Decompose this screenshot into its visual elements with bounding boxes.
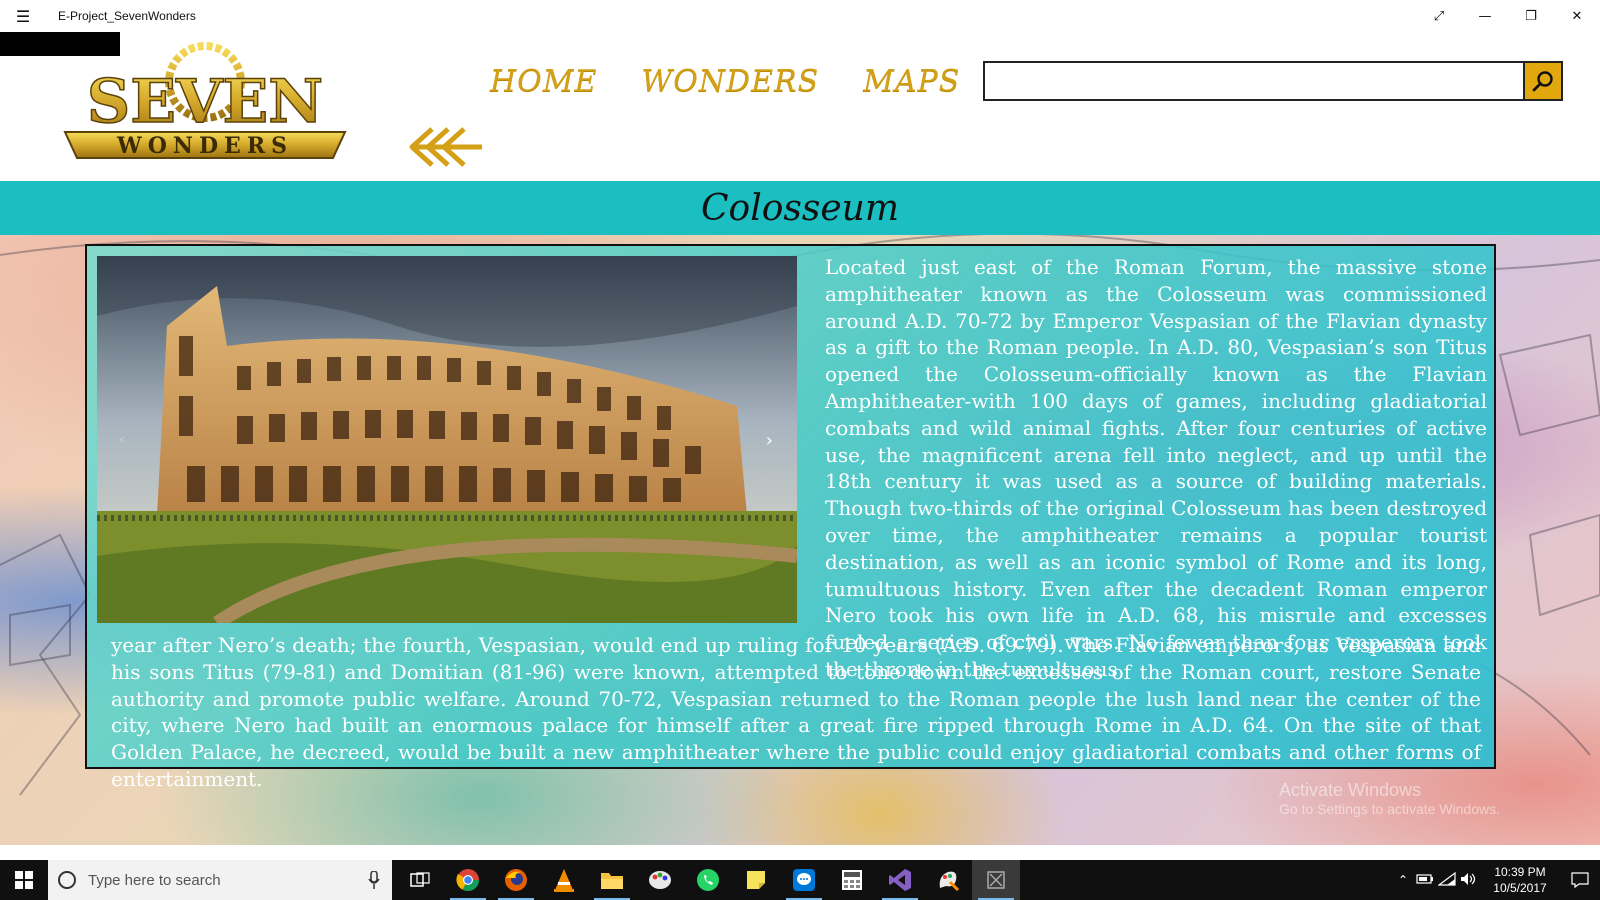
cortana-icon	[58, 871, 76, 889]
microphone-icon[interactable]	[368, 871, 380, 889]
logo-subtitle: WONDERS	[116, 133, 293, 159]
app-bottom-edge	[0, 845, 1600, 856]
fullscreen-icon[interactable]: ⤢	[1416, 0, 1462, 32]
title-bar: ☰ E-Project_SevenWonders ⤢ — ❐ ✕	[0, 0, 1600, 32]
whatsapp-icon[interactable]	[684, 860, 732, 900]
search-icon	[1532, 71, 1553, 92]
taskbar-apps	[396, 860, 1020, 900]
minimize-icon[interactable]: —	[1462, 0, 1508, 32]
hamburger-icon[interactable]: ☰	[0, 0, 46, 32]
nav-wonders[interactable]: WONDERS	[641, 64, 819, 99]
paint-icon[interactable]	[636, 860, 684, 900]
file-explorer-icon[interactable]	[588, 860, 636, 900]
restore-icon[interactable]: ❐	[1508, 0, 1554, 32]
page-title: Colosseum	[701, 187, 899, 229]
clock-time: 10:39 PM	[1494, 865, 1546, 879]
system-tray: ⌃ 10:39 PM 10/5/2017	[1392, 860, 1600, 900]
visual-studio-icon[interactable]	[876, 860, 924, 900]
article-text-bottom: year after Nero’s death; the fourth, Ves…	[111, 633, 1481, 791]
colosseum-image[interactable]: ‹ ›	[97, 256, 797, 623]
volume-icon[interactable]	[1458, 872, 1480, 889]
logo-title: SEVEN	[87, 67, 323, 137]
vlc-icon[interactable]	[540, 860, 588, 900]
taskbar-search-placeholder: Type here to search	[88, 871, 221, 889]
search-button[interactable]	[1523, 63, 1561, 99]
start-button[interactable]	[0, 860, 48, 900]
double-arrow-back-icon[interactable]	[406, 125, 484, 169]
seven-wonders-logo[interactable]: SEVEN WONDERS	[55, 40, 355, 160]
carousel-next-icon[interactable]: ›	[766, 430, 773, 451]
task-view-icon[interactable]	[396, 860, 444, 900]
search-input[interactable]	[985, 63, 1561, 99]
app-icon[interactable]	[972, 860, 1020, 900]
notification-icon[interactable]	[1560, 860, 1600, 900]
battery-icon[interactable]	[1414, 873, 1436, 888]
paint3d-icon[interactable]	[924, 860, 972, 900]
close-icon[interactable]: ✕	[1554, 0, 1600, 32]
taskbar: Type here to search ⌃ 10:39 PM 10/5/2017	[0, 860, 1600, 900]
watermark-line1: Activate Windows	[1279, 780, 1422, 800]
page-banner: Colosseum	[0, 181, 1600, 235]
wifi-icon[interactable]	[1436, 871, 1458, 889]
watermark-line2: Go to Settings to activate Windows.	[1279, 801, 1500, 817]
taskbar-search[interactable]: Type here to search	[48, 860, 392, 900]
windows-logo-icon	[15, 871, 33, 889]
clock-date: 10/5/2017	[1493, 881, 1547, 895]
chevron-up-icon[interactable]: ⌃	[1392, 873, 1414, 887]
app-title: E-Project_SevenWonders	[58, 9, 196, 23]
main-nav: HOME WONDERS MAPS	[490, 64, 960, 99]
article-text-right: Located just east of the Roman Forum, th…	[825, 255, 1487, 681]
calculator-icon[interactable]	[828, 860, 876, 900]
activation-watermark: Activate Windows Go to Settings to activ…	[1279, 780, 1500, 817]
content-panel: ‹ › Located just east of the Roman Forum…	[85, 244, 1496, 791]
chrome-icon[interactable]	[444, 860, 492, 900]
carousel-prev-icon[interactable]: ‹	[119, 432, 125, 448]
nav-home[interactable]: HOME	[490, 64, 597, 99]
clock[interactable]: 10:39 PM 10/5/2017	[1480, 864, 1560, 896]
nav-maps[interactable]: MAPS	[863, 64, 960, 99]
firefox-icon[interactable]	[492, 860, 540, 900]
window-controls: ⤢ — ❐ ✕	[1416, 0, 1600, 32]
search-box	[983, 61, 1563, 101]
sticky-notes-icon[interactable]	[732, 860, 780, 900]
messaging-icon[interactable]	[780, 860, 828, 900]
